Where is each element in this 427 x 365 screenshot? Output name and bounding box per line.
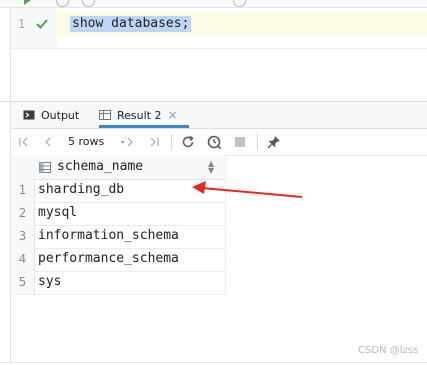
- sql-code[interactable]: show databases;: [70, 16, 192, 32]
- run-icon[interactable]: [24, 0, 31, 5]
- table-row[interactable]: 4 performance_schema: [11, 248, 225, 272]
- table-row[interactable]: 5 sys: [11, 271, 225, 295]
- toolbar-separator: [257, 134, 258, 150]
- pin-icon[interactable]: [265, 133, 283, 151]
- stop-icon[interactable]: [231, 133, 249, 151]
- row-number: 1: [11, 179, 35, 202]
- cell-schema-name[interactable]: sys: [38, 274, 61, 289]
- column-header-schema-name[interactable]: schema_name: [57, 159, 143, 174]
- cell-schema-name[interactable]: sharding_db: [38, 182, 124, 197]
- top-toolbar: [0, 0, 427, 8]
- table-icon: [99, 110, 111, 120]
- result-navbar: 5 rows ⌄: [11, 129, 427, 156]
- last-page-icon[interactable]: [145, 133, 163, 151]
- sql-editor[interactable]: 1 show databases;: [11, 8, 427, 72]
- next-page-icon[interactable]: [121, 133, 139, 151]
- line-number: 1: [18, 17, 26, 31]
- explain-icon[interactable]: [82, 0, 95, 7]
- row-number: 4: [11, 248, 35, 271]
- table-row[interactable]: 3 information_schema: [11, 225, 225, 249]
- check-icon: [36, 19, 48, 29]
- result-tabs: Output Result 2 ×: [11, 102, 427, 129]
- cell-schema-name[interactable]: mysql: [38, 205, 77, 220]
- table-row[interactable]: 2 mysql: [11, 202, 225, 226]
- tab-result-label: Result 2: [117, 108, 162, 122]
- editor-divider: [11, 48, 427, 49]
- annotation-arrow-icon: [192, 181, 303, 198]
- toolbar-separator: [171, 134, 172, 150]
- row-number: 3: [11, 225, 35, 248]
- active-tab-indicator: [99, 125, 189, 128]
- history-clock-icon[interactable]: [205, 133, 223, 151]
- console-icon: [23, 110, 35, 120]
- prev-page-icon[interactable]: [39, 133, 57, 151]
- rows-count[interactable]: 5 rows: [68, 135, 104, 148]
- refresh-icon[interactable]: [179, 133, 197, 151]
- row-number: 5: [11, 271, 35, 294]
- cell-schema-name[interactable]: performance_schema: [38, 251, 179, 266]
- cell-schema-name[interactable]: information_schema: [38, 228, 179, 243]
- cancel-icon[interactable]: [233, 0, 246, 7]
- close-icon[interactable]: ×: [167, 109, 177, 121]
- bottom-border: [0, 362, 427, 363]
- first-page-icon[interactable]: [15, 133, 33, 151]
- tab-output-label: Output: [41, 108, 80, 122]
- row-number: 2: [11, 202, 35, 225]
- history-icon[interactable]: [56, 0, 69, 7]
- column-icon: [39, 162, 51, 173]
- sort-icon[interactable]: ▲ ▼: [208, 160, 214, 175]
- watermark: CSDN @lzss: [358, 345, 419, 356]
- tab-output[interactable]: Output: [23, 102, 79, 128]
